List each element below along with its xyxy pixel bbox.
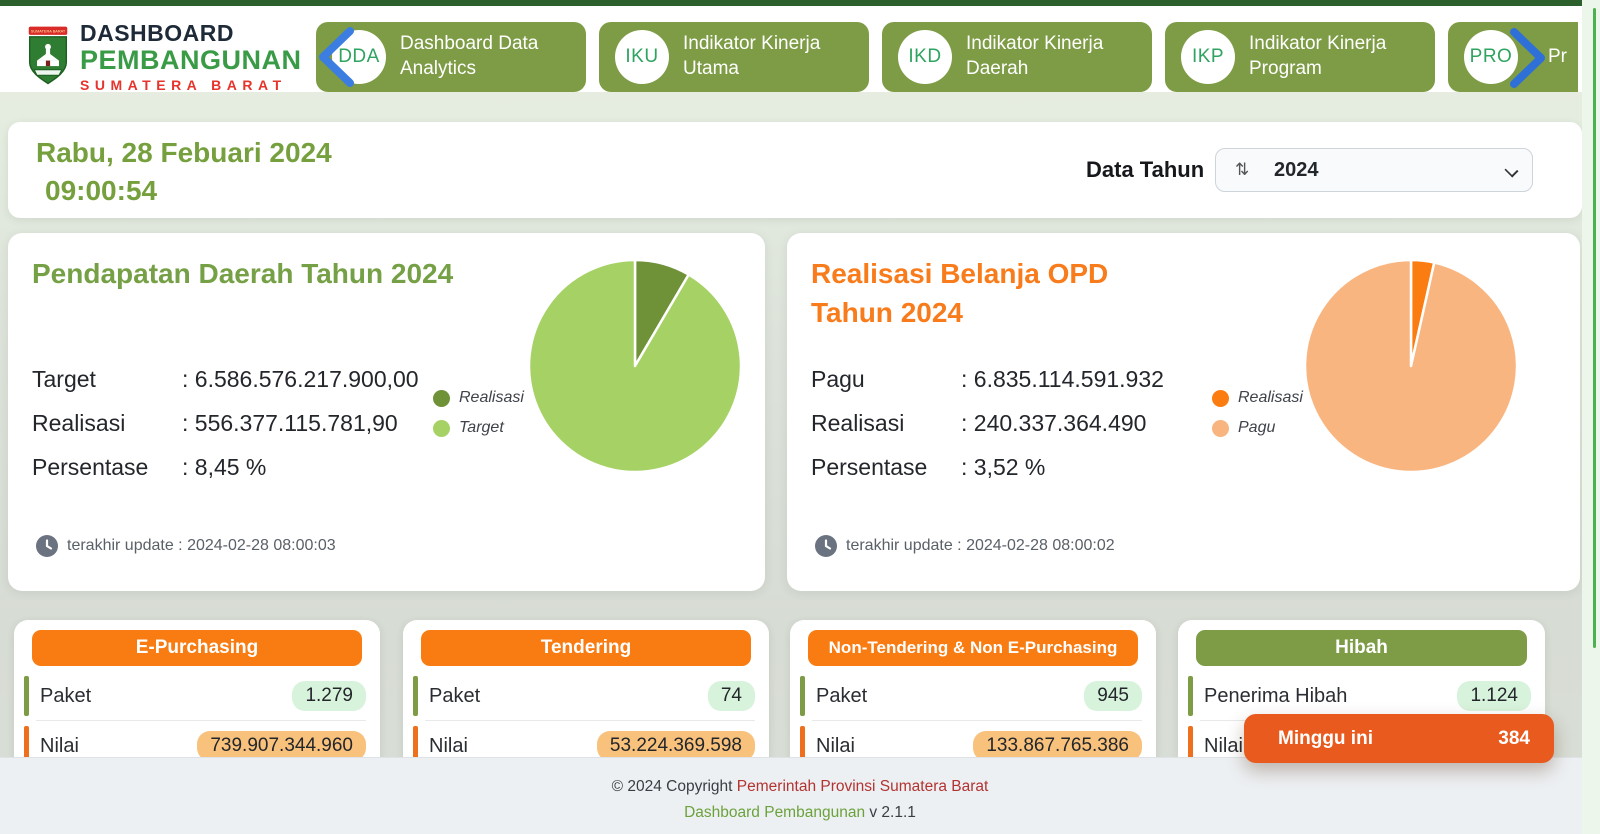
app-header: SUMATERA BARAT DASHBOARD PEMBANGUNAN SUM… xyxy=(0,6,1600,92)
stat-target: Target : 6.586.576.217.900,00 xyxy=(32,357,432,401)
legend-item: Pagu xyxy=(1212,413,1303,443)
row-accent-bar xyxy=(24,676,29,716)
value-badge: 1.124 xyxy=(1457,681,1531,711)
legend-dot-target xyxy=(433,420,450,437)
row-accent-bar xyxy=(413,676,418,716)
year-select-wrap: 2024 ⇅ xyxy=(1215,148,1533,192)
pendapatan-last-update: terakhir update : 2024-02-28 08:00:03 xyxy=(36,535,336,557)
scrollbar-track xyxy=(1582,0,1600,834)
scrollbar-thumb[interactable] xyxy=(1593,8,1596,648)
nav-label-iku: Indikator Kinerja Utama xyxy=(683,22,858,92)
current-datetime: Rabu, 28 Febuari 2024 09:00:54 xyxy=(36,134,332,210)
stat-realisasi: Realisasi : 240.337.364.490 xyxy=(811,401,1211,445)
current-date: Rabu, 28 Febuari 2024 xyxy=(36,134,332,172)
nav-item-ikp[interactable]: IKP Indikator Kinerja Program xyxy=(1165,22,1435,92)
value-badge: 1.279 xyxy=(292,681,366,711)
main-nav: DDA Dashboard Data Analytics IKU Indikat… xyxy=(0,12,1578,98)
footer-org-link[interactable]: Pemerintah Provinsi Sumatera Barat xyxy=(737,778,989,795)
belanja-last-update: terakhir update : 2024-02-28 08:00:02 xyxy=(815,535,1115,557)
toast-label: Minggu ini xyxy=(1278,714,1373,763)
nav-label-dda: Dashboard Data Analytics xyxy=(400,22,575,92)
page-footer: © 2024 Copyright Pemerintah Provinsi Sum… xyxy=(0,757,1600,834)
value-badge: 945 xyxy=(1084,681,1142,711)
row-paket: Paket 1.279 xyxy=(14,674,380,718)
current-time: 09:00:54 xyxy=(36,172,332,210)
stat-persentase: Persentase : 8,45 % xyxy=(32,445,432,489)
card-epurchasing: E-Purchasing Paket 1.279 Nilai 739.907.3… xyxy=(14,620,380,772)
footer-line1: © 2024 Copyright Pemerintah Provinsi Sum… xyxy=(0,774,1600,800)
year-select-label: Data Tahun xyxy=(1086,122,1204,218)
card-nontendering: Non-Tendering & Non E-Purchasing Paket 9… xyxy=(790,620,1156,772)
stat-persentase: Persentase : 3,52 % xyxy=(811,445,1211,489)
pendapatan-stats: Target : 6.586.576.217.900,00 Realisasi … xyxy=(32,357,432,489)
clock-icon xyxy=(815,535,837,557)
nav-badge-ikd: IKD xyxy=(898,30,952,84)
legend-dot-realisasi xyxy=(1212,390,1229,407)
row-accent-bar xyxy=(800,676,805,716)
legend-dot-realisasi xyxy=(433,390,450,407)
pendapatan-title: Pendapatan Daerah Tahun 2024 xyxy=(32,255,472,294)
nav-badge-ikp: IKP xyxy=(1181,30,1235,84)
stat-pagu: Pagu : 6.835.114.591.932 xyxy=(811,357,1211,401)
chevron-left-icon xyxy=(316,26,358,88)
tendering-header: Tendering xyxy=(421,630,751,666)
pendapatan-pie-chart xyxy=(525,256,745,476)
legend-item: Realisasi xyxy=(1212,383,1303,413)
nav-label-ikp: Indikator Kinerja Program xyxy=(1249,22,1424,92)
nav-item-iku[interactable]: IKU Indikator Kinerja Utama xyxy=(599,22,869,92)
footer-app-link[interactable]: Dashboard Pembangunan xyxy=(684,804,865,821)
nav-item-dda[interactable]: DDA Dashboard Data Analytics xyxy=(316,22,586,92)
nav-item-pro[interactable]: PRO Pr xyxy=(1448,22,1578,92)
belanja-stats: Pagu : 6.835.114.591.932 Realisasi : 240… xyxy=(811,357,1211,489)
belanja-title: Realisasi Belanja OPD Tahun 2024 xyxy=(811,255,1161,332)
legend-item: Target xyxy=(433,413,524,443)
chevron-right-icon[interactable] xyxy=(1506,28,1548,88)
belanja-pie-chart xyxy=(1301,256,1521,476)
toast-value: 384 xyxy=(1498,714,1530,763)
row-penerima-hibah: Penerima Hibah 1.124 xyxy=(1178,674,1545,718)
datetime-card: Rabu, 28 Febuari 2024 09:00:54 Data Tahu… xyxy=(8,122,1582,218)
year-select[interactable]: 2024 xyxy=(1215,148,1533,192)
legend-dot-pagu xyxy=(1212,420,1229,437)
clock-icon xyxy=(36,535,58,557)
legend-item: Realisasi xyxy=(433,383,524,413)
row-paket: Paket 945 xyxy=(790,674,1156,718)
nav-item-ikd[interactable]: IKD Indikator Kinerja Daerah xyxy=(882,22,1152,92)
nav-label-ikd: Indikator Kinerja Daerah xyxy=(966,22,1141,92)
row-paket: Paket 74 xyxy=(403,674,769,718)
pendapatan-legend: Realisasi Target xyxy=(433,383,524,443)
row-divider xyxy=(425,720,755,721)
nontendering-header: Non-Tendering & Non E-Purchasing xyxy=(808,630,1138,666)
nav-badge-iku: IKU xyxy=(615,30,669,84)
nav-label-pro: Pr xyxy=(1548,22,1578,92)
value-badge: 74 xyxy=(708,681,755,711)
card-belanja: Realisasi Belanja OPD Tahun 2024 Pagu : … xyxy=(787,233,1580,591)
row-accent-bar xyxy=(1188,676,1193,716)
epurchasing-header: E-Purchasing xyxy=(32,630,362,666)
hibah-header: Hibah xyxy=(1196,630,1527,666)
dashboard-page: SUMATERA BARAT DASHBOARD PEMBANGUNAN SUM… xyxy=(0,0,1600,834)
row-divider xyxy=(812,720,1142,721)
minggu-ini-toast[interactable]: Minggu ini 384 xyxy=(1244,714,1554,763)
card-tendering: Tendering Paket 74 Nilai 53.224.369.598 xyxy=(403,620,769,772)
stat-realisasi: Realisasi : 556.377.115.781,90 xyxy=(32,401,432,445)
footer-line2: Dashboard Pembangunan v 2.1.1 xyxy=(0,800,1600,826)
belanja-legend: Realisasi Pagu xyxy=(1212,383,1303,443)
row-divider xyxy=(36,720,366,721)
card-pendapatan: Pendapatan Daerah Tahun 2024 Target : 6.… xyxy=(8,233,765,591)
